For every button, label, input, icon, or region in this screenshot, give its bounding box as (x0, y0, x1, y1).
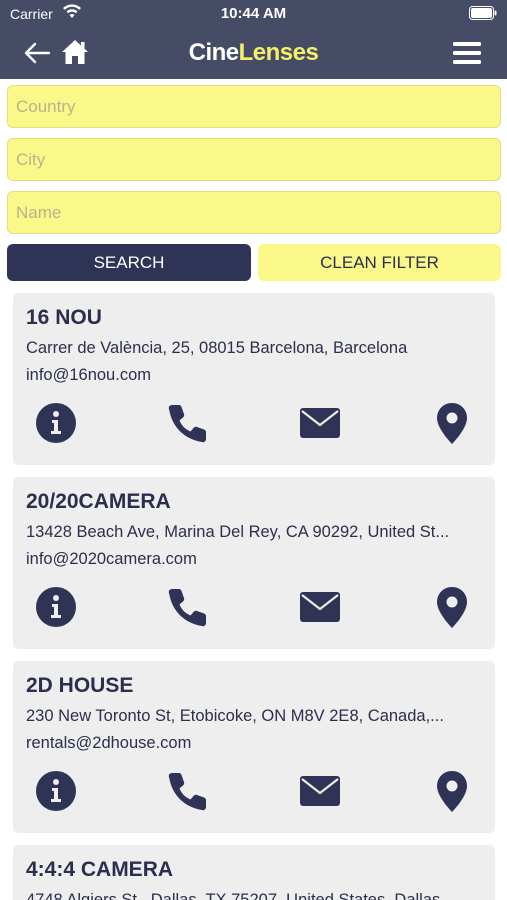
result-email: rentals@2dhouse.com (26, 734, 192, 752)
result-address: 13428 Beach Ave, Marina Del Rey, CA 9029… (26, 523, 450, 541)
result-address: 4748 Algiers St., Dallas, TX 75207, Unit… (26, 891, 441, 900)
info-icon[interactable] (34, 585, 78, 629)
clock: 10:44 AM (220, 5, 287, 22)
result-card[interactable]: 2D HOUSE 230 New Toronto St, Etobicoke, … (13, 661, 495, 833)
logo-text-cine: Cine (188, 39, 240, 66)
result-email: info@16nou.com (26, 366, 151, 384)
result-email: info@2020camera.com (26, 550, 197, 568)
result-name: 4:4:4 CAMERA (26, 858, 174, 881)
result-address: Carrer de València, 25, 08015 Barcelona,… (26, 339, 408, 357)
result-card[interactable]: 16 NOU Carrer de València, 25, 08015 Bar… (13, 293, 495, 465)
battery-icon (469, 6, 497, 23)
envelope-icon[interactable] (298, 401, 342, 445)
phone-icon[interactable] (166, 585, 210, 629)
status-bar: Carrier 10:44 AM (0, 0, 507, 28)
map-pin-icon[interactable] (430, 401, 474, 445)
country-input[interactable] (7, 85, 501, 128)
clean-filter-button[interactable]: CLEAN FILTER (258, 244, 501, 281)
city-input[interactable] (7, 138, 501, 181)
logo-text-lenses: Lenses (238, 39, 319, 66)
result-address: 230 New Toronto St, Etobicoke, ON M8V 2E… (26, 707, 444, 725)
app-header: Carrier 10:44 AM CineLenses (0, 0, 507, 79)
info-icon[interactable] (34, 769, 78, 813)
result-name: 16 NOU (26, 306, 102, 329)
phone-icon[interactable] (166, 401, 210, 445)
hamburger-menu-icon[interactable] (450, 38, 484, 68)
envelope-icon[interactable] (298, 769, 342, 813)
map-pin-icon[interactable] (430, 769, 474, 813)
result-name: 20/20CAMERA (26, 490, 171, 513)
result-name: 2D HOUSE (26, 674, 134, 697)
nav-bar: CineLenses (0, 30, 507, 76)
result-card[interactable]: 4:4:4 CAMERA 4748 Algiers St., Dallas, T… (13, 845, 495, 900)
search-button[interactable]: SEARCH (7, 244, 251, 281)
result-card[interactable]: 20/20CAMERA 13428 Beach Ave, Marina Del … (13, 477, 495, 649)
map-pin-icon[interactable] (430, 585, 474, 629)
info-icon[interactable] (34, 401, 78, 445)
phone-icon[interactable] (166, 769, 210, 813)
envelope-icon[interactable] (298, 585, 342, 629)
app-logo: CineLenses (0, 39, 507, 67)
name-input[interactable] (7, 191, 501, 234)
